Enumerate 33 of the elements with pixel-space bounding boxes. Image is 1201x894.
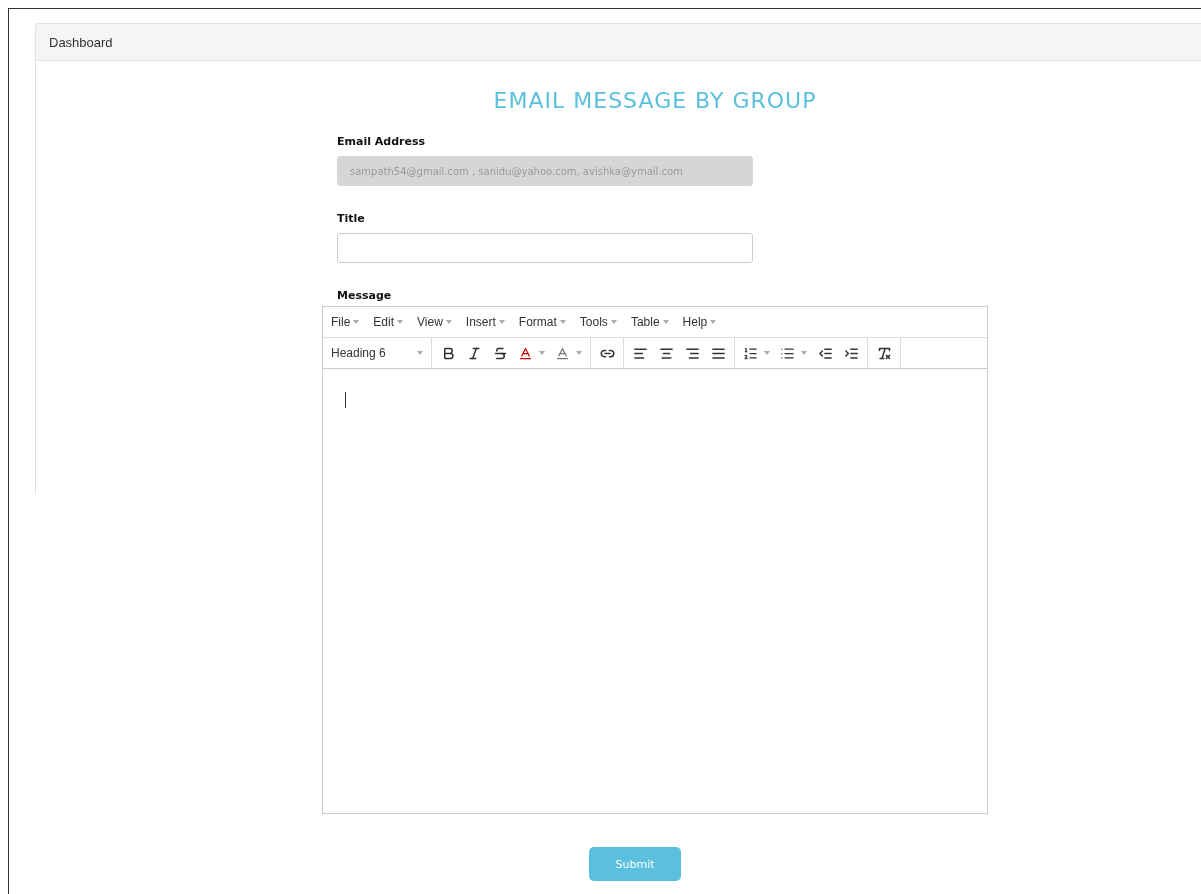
- caret-icon: [417, 351, 423, 355]
- caret-icon: [559, 320, 566, 324]
- bullet-list-icon: [780, 345, 795, 361]
- numbered-list-icon: [743, 345, 758, 361]
- page-heading: EMAIL MESSAGE BY GROUP: [492, 88, 818, 113]
- menu-item[interactable]: Table: [630, 315, 675, 329]
- menu-item[interactable]: Edit: [373, 315, 410, 329]
- caret-icon: [353, 320, 360, 324]
- caret-icon: [801, 351, 807, 355]
- field-label: Email Address: [337, 135, 426, 148]
- menu-item[interactable]: Insert: [465, 315, 511, 329]
- caret-icon: [397, 320, 404, 324]
- menu-item[interactable]: File: [331, 315, 366, 329]
- menu-item[interactable]: Format: [518, 315, 572, 329]
- field-label: Message: [337, 289, 393, 302]
- text-cursor: [345, 392, 346, 408]
- caret-icon: [710, 320, 717, 324]
- menu-item[interactable]: Help: [682, 315, 723, 329]
- panel-title: Dashboard: [36, 24, 1201, 61]
- caret-icon: [539, 351, 545, 355]
- menu-item[interactable]: View: [417, 315, 458, 329]
- block-format-select[interactable]: Heading 6: [327, 346, 427, 360]
- caret-icon: [764, 351, 770, 355]
- highlight-icon: [555, 345, 570, 361]
- caret-icon: [445, 320, 452, 324]
- caret-icon: [498, 320, 505, 324]
- menu-item[interactable]: Tools: [579, 315, 623, 329]
- text-color-icon: [518, 345, 533, 361]
- caret-icon: [576, 351, 582, 355]
- caret-icon: [662, 320, 669, 324]
- field-label: Title: [337, 212, 366, 225]
- title-field[interactable]: [337, 233, 753, 263]
- caret-icon: [610, 320, 617, 324]
